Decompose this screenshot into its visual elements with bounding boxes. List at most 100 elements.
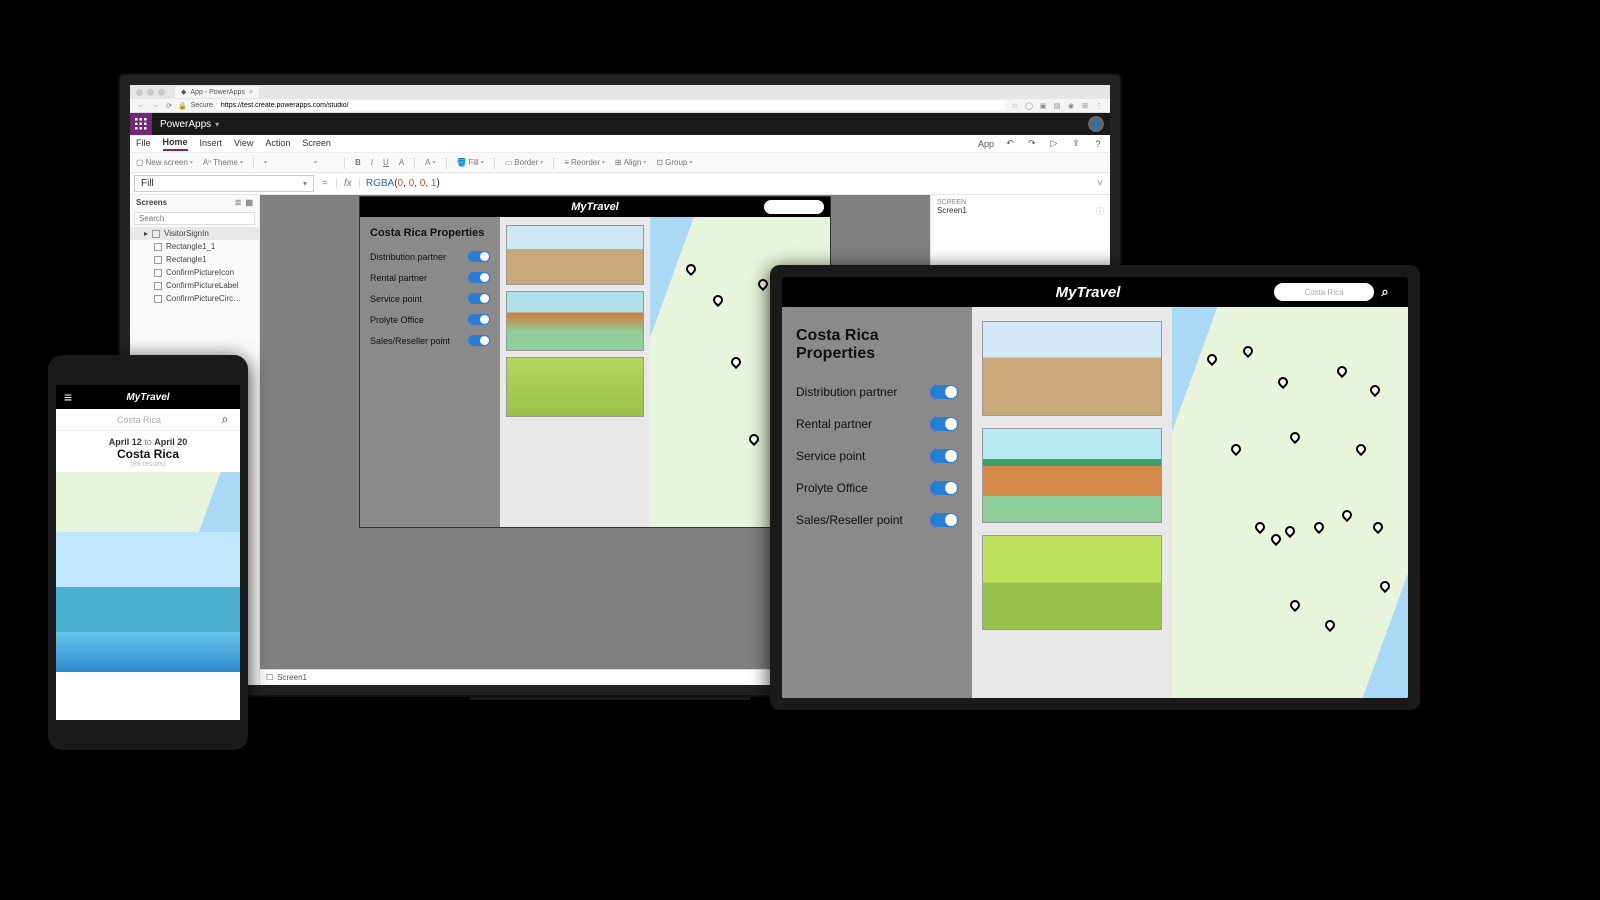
property-thumb[interactable] — [982, 321, 1162, 416]
property-dropdown[interactable]: Fill — [134, 175, 314, 192]
help-icon[interactable]: ? — [1092, 139, 1104, 149]
tree-item[interactable]: Rectangle1 — [130, 253, 259, 266]
bold-icon[interactable]: B — [355, 158, 361, 167]
toggle[interactable] — [930, 513, 958, 527]
map-pin-icon[interactable] — [1271, 534, 1279, 542]
formula-input[interactable]: RGBA(0, 0, 0, 1) — [360, 176, 1090, 191]
menu-action[interactable]: Action — [265, 138, 290, 150]
map-pin-icon[interactable] — [1370, 385, 1378, 393]
formula-expand-icon[interactable]: ˅ — [1090, 178, 1110, 189]
map-pin-icon[interactable] — [1207, 354, 1215, 362]
map-pin-icon[interactable] — [1255, 522, 1263, 530]
back-icon[interactable]: ← — [136, 102, 146, 109]
font-dropdown[interactable] — [264, 159, 304, 166]
filter-row[interactable]: Sales/Reseller point — [370, 335, 490, 346]
filter-row[interactable]: Prolyte Office — [796, 481, 958, 495]
fill-button[interactable]: 🪣 Fill — [457, 158, 484, 167]
property-thumb[interactable] — [506, 357, 644, 417]
url-input[interactable] — [217, 101, 1006, 110]
tree-item[interactable]: ConfirmPictureIcon — [130, 266, 259, 279]
menu-home[interactable]: Home — [163, 137, 188, 151]
filter-row[interactable]: Distribution partner — [796, 385, 958, 399]
waffle-icon[interactable] — [130, 113, 152, 135]
ext4-icon[interactable]: ◉ — [1066, 102, 1076, 110]
filter-row[interactable]: Sales/Reseller point — [796, 513, 958, 527]
toggle[interactable] — [468, 293, 490, 304]
ext3-icon[interactable]: ▤ — [1052, 102, 1062, 110]
map-pin-icon[interactable] — [749, 434, 757, 442]
play-icon[interactable]: ▷ — [1048, 138, 1060, 149]
map-pin-icon[interactable] — [1285, 526, 1293, 534]
map-pin-icon[interactable] — [686, 264, 694, 272]
window-close-dot[interactable] — [136, 89, 143, 96]
product-name[interactable]: PowerApps ▾ — [152, 119, 227, 130]
map-pin-icon[interactable] — [1314, 522, 1322, 530]
map-pin-icon[interactable] — [1290, 600, 1298, 608]
reload-icon[interactable]: ⟳ — [164, 102, 174, 110]
filter-row[interactable]: Service point — [796, 449, 958, 463]
toggle[interactable] — [468, 251, 490, 262]
window-min-dot[interactable] — [147, 89, 154, 96]
toggle[interactable] — [930, 417, 958, 431]
property-thumb[interactable] — [982, 535, 1162, 630]
property-thumb[interactable] — [982, 428, 1162, 523]
menu-file[interactable]: File — [136, 138, 151, 150]
mytravel-canvas[interactable]: MyTravel Costa Rica Properties Distribut… — [360, 197, 830, 527]
toggle[interactable] — [930, 481, 958, 495]
search-icon[interactable]: ⌕ — [216, 412, 234, 427]
tree-search-input[interactable] — [134, 212, 255, 225]
map-pin-icon[interactable] — [731, 357, 739, 365]
tree-item[interactable]: ConfirmPictureLabel — [130, 279, 259, 292]
browser-tab[interactable]: ◆ App - PowerApps × — [175, 86, 259, 98]
property-hero-image[interactable] — [56, 532, 240, 632]
property-thumb[interactable] — [506, 291, 644, 351]
info-icon[interactable]: ⓘ — [1096, 206, 1104, 217]
toggle[interactable] — [468, 335, 490, 346]
filter-row[interactable]: Service point — [370, 293, 490, 304]
forward-icon[interactable]: → — [150, 102, 160, 109]
toggle[interactable] — [468, 272, 490, 283]
map-pin-icon[interactable] — [1243, 346, 1251, 354]
window-max-dot[interactable] — [158, 89, 165, 96]
phone-searchbar[interactable]: ⌕ — [56, 409, 240, 431]
star-icon[interactable]: ☆ — [1010, 102, 1020, 110]
map-view[interactable] — [1172, 307, 1408, 698]
reorder-button[interactable]: ≡ Reorder — [564, 158, 605, 167]
align-button[interactable]: ⊞ Align — [615, 158, 647, 167]
tree-item[interactable]: ConfirmPictureCirc… — [130, 292, 259, 305]
theme-button[interactable]: Aⁿ Theme — [203, 158, 243, 167]
map-pin-icon[interactable] — [1278, 377, 1286, 385]
tab-close-icon[interactable]: × — [249, 89, 253, 96]
map-pin-icon[interactable] — [1290, 432, 1298, 440]
share-icon[interactable]: ⇪ — [1070, 138, 1082, 149]
user-avatar[interactable]: 👤 — [1088, 116, 1104, 132]
map-pin-icon[interactable] — [1356, 444, 1364, 452]
filter-row[interactable]: Rental partner — [370, 272, 490, 283]
filter-row[interactable]: Distribution partner — [370, 251, 490, 262]
map-pin-icon[interactable] — [1337, 366, 1345, 374]
search-input[interactable] — [62, 415, 216, 425]
search-icon[interactable]: ⌕ — [1374, 284, 1396, 300]
toggle[interactable] — [930, 385, 958, 399]
map-pin-icon[interactable] — [1231, 444, 1239, 452]
map-pin-icon[interactable] — [713, 295, 721, 303]
strike-icon[interactable]: A — [399, 158, 404, 167]
property-thumb[interactable] — [506, 225, 644, 285]
search-pill[interactable] — [764, 200, 824, 214]
hamburger-icon[interactable]: ≡ — [56, 389, 80, 405]
property-strip-image[interactable] — [56, 632, 240, 672]
toggle[interactable] — [468, 314, 490, 325]
map-pin-icon[interactable] — [1380, 581, 1388, 589]
group-button[interactable]: ⊡ Group — [656, 158, 692, 167]
search-input[interactable]: Costa Rica — [1274, 283, 1374, 301]
ext2-icon[interactable]: ▣ — [1038, 102, 1048, 110]
fontcolor-icon[interactable]: A — [425, 158, 435, 167]
tree-list-icon[interactable]: ≣ — [235, 198, 242, 207]
border-button[interactable]: ▭ Border — [505, 158, 544, 167]
toggle[interactable] — [930, 449, 958, 463]
menu-screen[interactable]: Screen — [302, 138, 331, 150]
fontsize-dropdown[interactable] — [314, 159, 334, 166]
screen-name[interactable]: Screen1 — [937, 206, 967, 217]
italic-icon[interactable]: I — [371, 158, 373, 167]
tree-root[interactable]: ▸ VisitorSignIn — [130, 227, 259, 240]
